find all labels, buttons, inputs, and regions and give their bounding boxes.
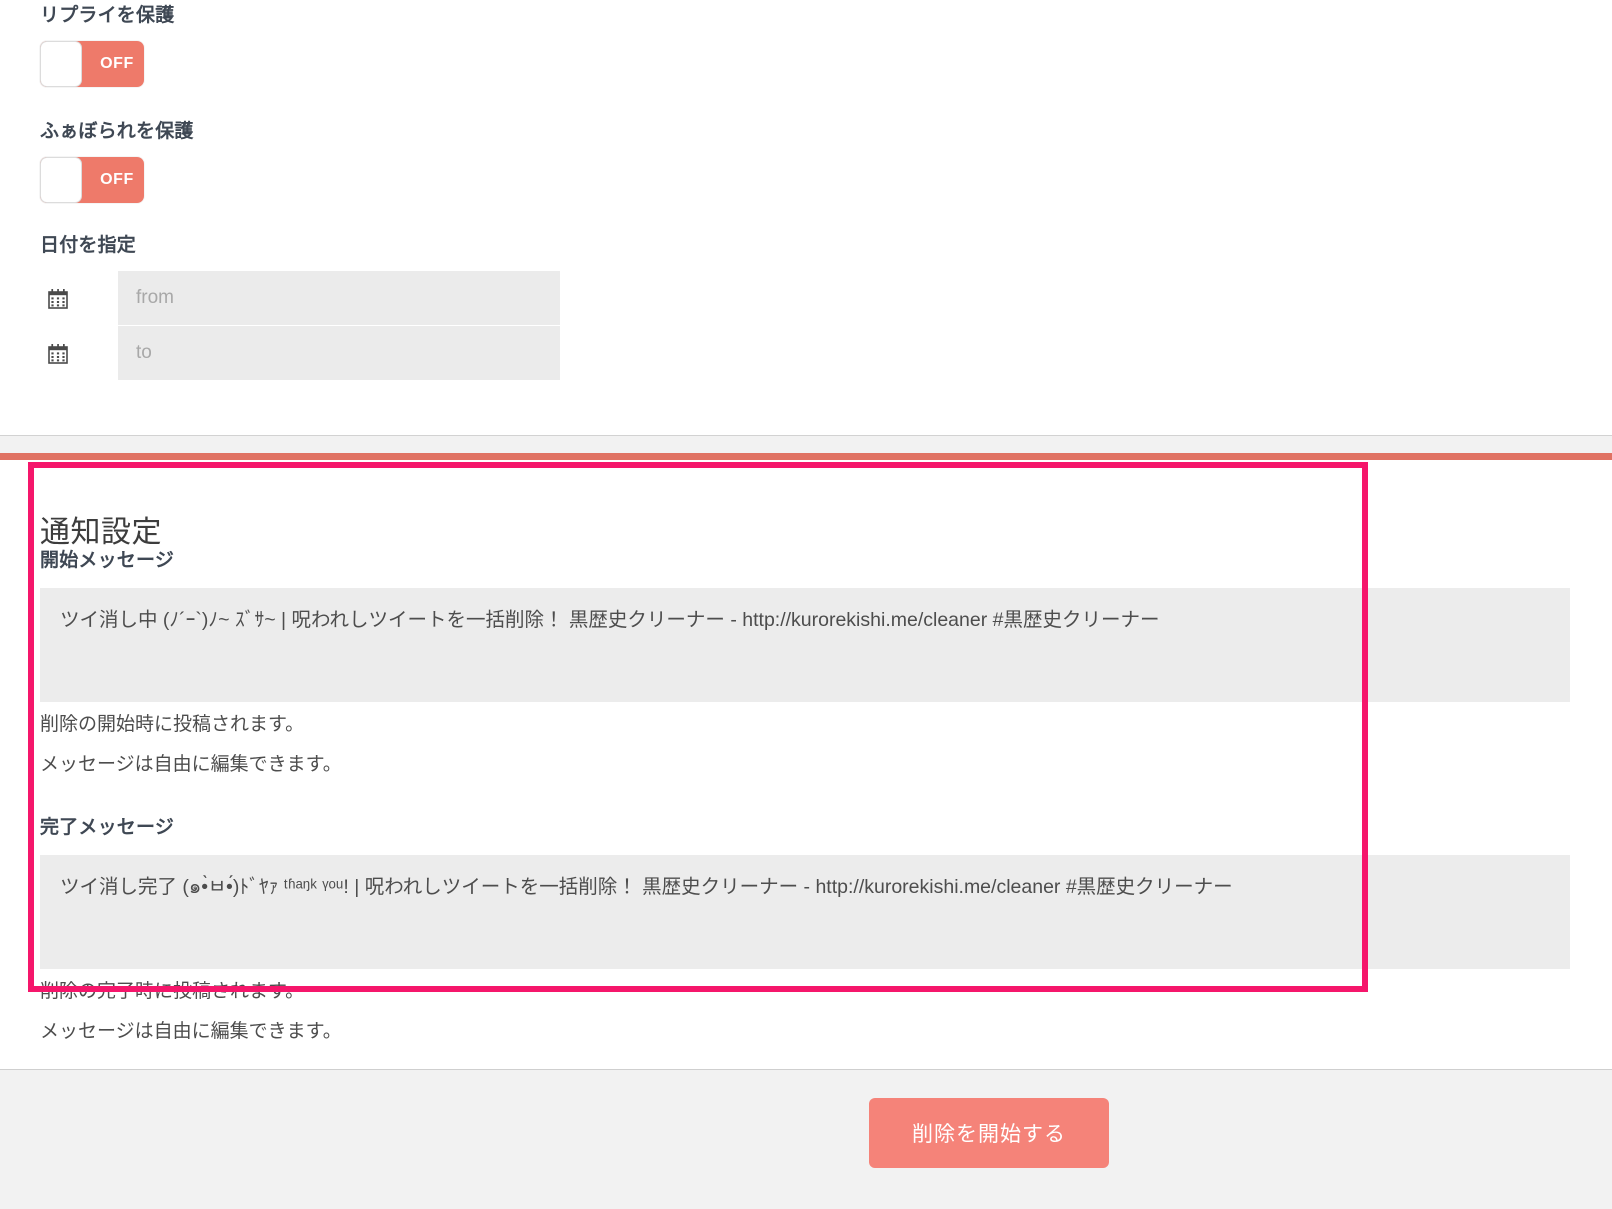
start-message-block: 開始メッセージ 削除の開始時に投稿されます。 メッセージは自由に編集できます。: [40, 545, 1570, 782]
protect-favorites-label: ふぁぼられを保護: [40, 121, 194, 142]
complete-message-hint-line-1: 削除の完了時に投稿されます。: [40, 981, 305, 1002]
date-to-input[interactable]: [118, 326, 560, 380]
start-message-label: 開始メッセージ: [40, 550, 175, 571]
date-range-label: 日付を指定: [40, 235, 137, 256]
protect-favorites-toggle-state: OFF: [100, 171, 134, 188]
notification-settings-pane: 通知設定 開始メッセージ 削除の開始時に投稿されます。 メッセージは自由に編集で…: [0, 460, 1612, 1069]
separator-gap: [0, 436, 1612, 453]
toggle-knob: [40, 157, 82, 203]
calendar-icon: [48, 288, 68, 309]
calendar-icon-cell: [40, 271, 118, 325]
complete-message-block: 完了メッセージ 削除の完了時に投稿されます。 メッセージは自由に編集できます。: [40, 812, 1570, 1049]
accent-bar: [0, 453, 1612, 460]
date-range-section: 日付を指定: [40, 230, 560, 381]
start-delete-button[interactable]: 削除を開始する: [869, 1098, 1109, 1168]
date-to-row: [40, 326, 560, 380]
start-message-hint-line-1: 削除の開始時に投稿されます。: [40, 714, 305, 735]
complete-message-label: 完了メッセージ: [40, 817, 175, 838]
start-message-hint-line-2: メッセージは自由に編集できます。: [40, 754, 342, 775]
calendar-icon: [48, 343, 68, 364]
date-from-input[interactable]: [118, 271, 560, 325]
pane-separator: [0, 435, 1612, 460]
complete-message-textarea[interactable]: [40, 855, 1570, 969]
settings-form-pane: リプライを保護 OFF ふぁぼられを保護 OFF 日付を指定: [0, 0, 1612, 435]
protect-favorites-toggle[interactable]: OFF: [40, 157, 144, 203]
protect-replies-toggle[interactable]: OFF: [40, 41, 144, 87]
protect-replies-label: リプライを保護: [40, 5, 175, 26]
protect-replies-toggle-state: OFF: [100, 55, 134, 72]
toggle-knob: [40, 41, 82, 87]
date-from-row: [40, 271, 560, 325]
complete-message-hint-line-2: メッセージは自由に編集できます。: [40, 1021, 342, 1042]
calendar-icon-cell: [40, 326, 118, 380]
footer-action-bar: 削除を開始する: [0, 1069, 1612, 1209]
start-message-textarea[interactable]: [40, 588, 1570, 702]
protect-favorites-group: ふぁぼられを保護 OFF: [40, 116, 194, 203]
protect-replies-group: リプライを保護 OFF: [40, 0, 174, 87]
